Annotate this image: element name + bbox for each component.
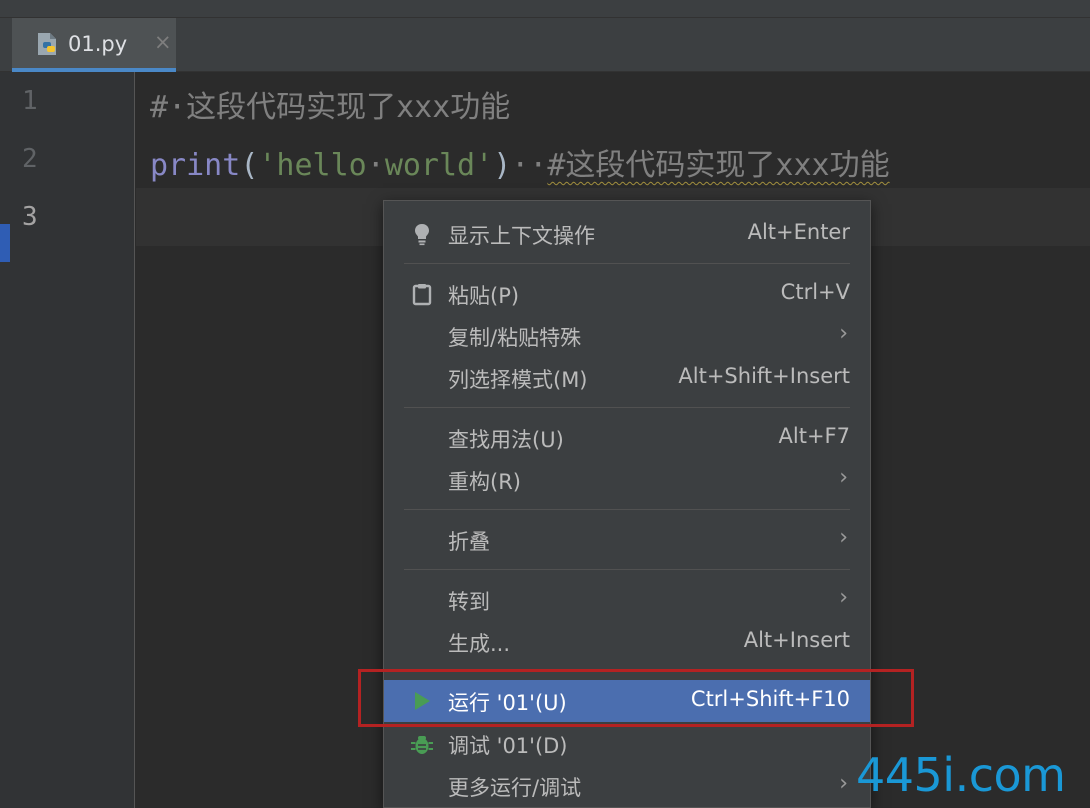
menu-item-find-usages[interactable]: 查找用法(U) Alt+F7 xyxy=(384,417,870,459)
whitespace-dot: · xyxy=(366,148,385,183)
tab-01-py[interactable]: 01.py × xyxy=(12,18,176,72)
builtin-print: print xyxy=(150,148,241,183)
whitespace-dots: ·· xyxy=(511,148,548,183)
open-paren: ( xyxy=(240,148,259,183)
menu-item-refactor[interactable]: 重构(R) › xyxy=(384,459,870,501)
menu-item-label: 复制/粘贴特殊 xyxy=(448,326,582,350)
comment-text: 这段代码实现了xxx功能 xyxy=(186,90,511,125)
clipboard-icon xyxy=(412,284,432,306)
menu-item-shortcut: Alt+Insert xyxy=(743,628,850,652)
window-top-strip xyxy=(0,0,1090,18)
chevron-right-icon: › xyxy=(839,525,848,550)
menu-item-generate[interactable]: 生成... Alt+Insert xyxy=(384,621,870,663)
menu-item-label: 生成... xyxy=(448,632,511,656)
lightbulb-icon xyxy=(415,224,429,246)
menu-item-paste[interactable]: 粘贴(P) Ctrl+V xyxy=(384,273,870,315)
line-number-gutter: 1 2 3 xyxy=(0,72,135,808)
tab-label: 01.py xyxy=(68,32,128,56)
menu-item-shortcut: Alt+Shift+Insert xyxy=(678,364,850,388)
menu-item-label: 折叠 xyxy=(448,530,490,554)
code-line-1: #·这段代码实现了xxx功能 xyxy=(150,82,510,126)
string-literal-end: world' xyxy=(384,148,494,183)
code-line-2: print('hello·world')··#这段代码实现了xxx功能 xyxy=(150,140,890,184)
menu-separator xyxy=(404,509,850,510)
menu-item-show-context-actions[interactable]: 显示上下文操作 Alt+Enter xyxy=(384,213,870,255)
menu-item-debug-01[interactable]: 调试 '01'(D) xyxy=(384,723,870,765)
menu-item-copy-paste-special[interactable]: 复制/粘贴特殊 › xyxy=(384,315,870,357)
watermark: 445i.com xyxy=(856,748,1066,802)
chevron-right-icon: › xyxy=(839,321,848,346)
menu-item-label: 列选择模式(M) xyxy=(448,368,588,392)
menu-item-folding[interactable]: 折叠 › xyxy=(384,519,870,561)
menu-item-shortcut: Alt+F7 xyxy=(778,424,850,448)
menu-item-label: 更多运行/调试 xyxy=(448,776,582,800)
menu-item-more-run-debug[interactable]: 更多运行/调试 › xyxy=(384,765,870,807)
line-number: 1 xyxy=(22,86,38,116)
chevron-right-icon: › xyxy=(839,771,848,796)
menu-separator xyxy=(404,263,850,264)
highlight-annotation-box xyxy=(358,669,914,727)
menu-item-shortcut: Alt+Enter xyxy=(747,220,850,244)
menu-item-label: 粘贴(P) xyxy=(448,284,520,308)
menu-item-label: 调试 '01'(D) xyxy=(448,734,568,758)
menu-item-label: 转到 xyxy=(448,590,490,614)
comment-hash: # xyxy=(150,90,169,125)
chevron-right-icon: › xyxy=(839,465,848,490)
string-literal-start: 'hello xyxy=(258,148,367,183)
python-file-icon xyxy=(38,33,56,55)
menu-item-go-to[interactable]: 转到 › xyxy=(384,579,870,621)
line-number: 2 xyxy=(22,144,38,174)
menu-separator xyxy=(404,407,850,408)
menu-separator xyxy=(404,569,850,570)
close-paren: ) xyxy=(493,148,512,183)
gutter-change-marker xyxy=(0,224,10,262)
menu-item-shortcut: Ctrl+V xyxy=(780,280,850,304)
close-icon[interactable]: × xyxy=(154,30,172,54)
line-number-current: 3 xyxy=(22,202,38,232)
whitespace-dot: · xyxy=(168,90,187,125)
chevron-right-icon: › xyxy=(839,585,848,610)
inline-comment: #这段代码实现了xxx功能 xyxy=(547,148,890,183)
menu-item-column-selection-mode[interactable]: 列选择模式(M) Alt+Shift+Insert xyxy=(384,357,870,399)
bug-icon xyxy=(411,736,433,754)
editor-tab-bar: 01.py × xyxy=(0,18,1090,72)
menu-item-label: 查找用法(U) xyxy=(448,428,564,452)
menu-item-label: 重构(R) xyxy=(448,470,521,494)
menu-item-label: 显示上下文操作 xyxy=(448,224,595,248)
